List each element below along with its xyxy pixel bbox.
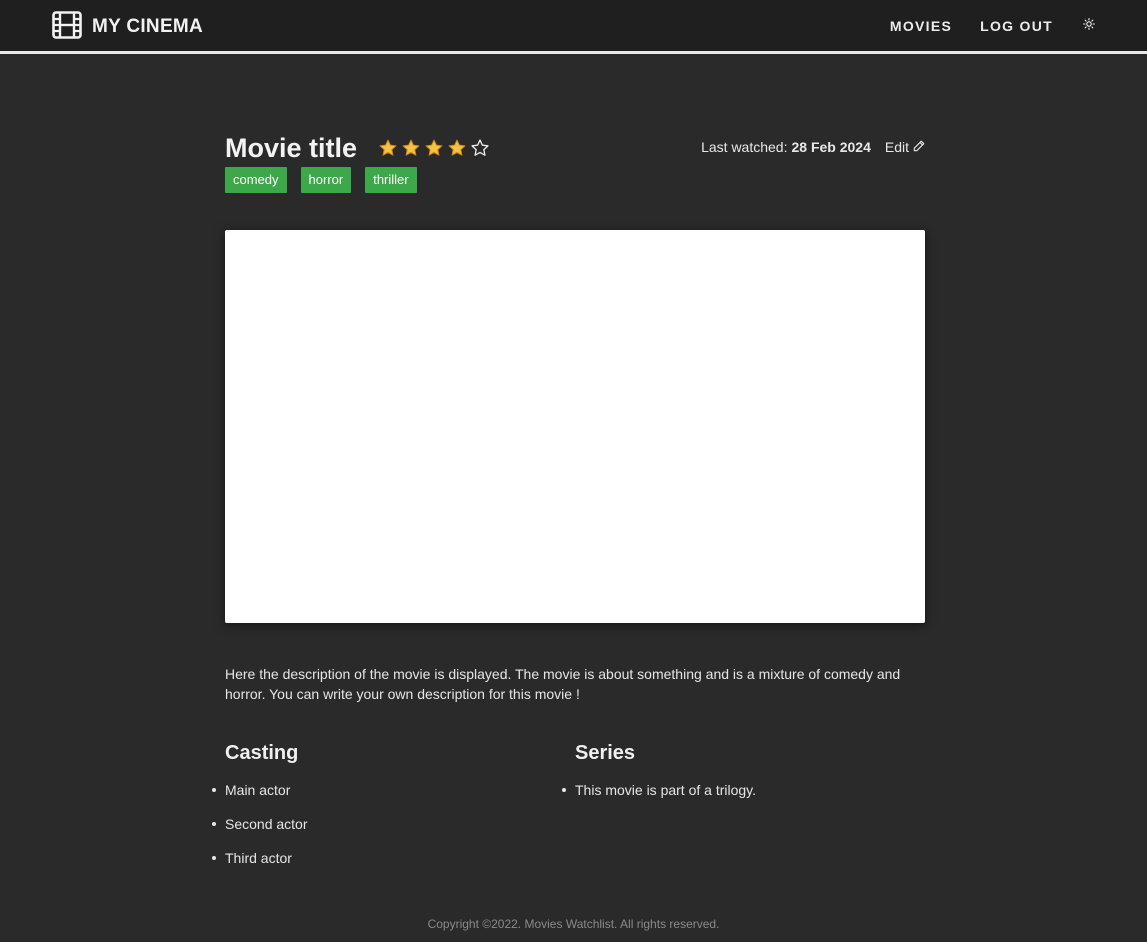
movie-header: Movie title Last watched: 28 Feb 2024 Ed…: [225, 130, 925, 193]
footer-copyright: Copyright ©2022. Movies Watchlist. All r…: [427, 917, 720, 931]
casting-title: Casting: [225, 742, 299, 764]
nav-links: MOVIES LOG OUT: [890, 17, 1095, 35]
tag-thriller[interactable]: thriller: [365, 167, 417, 193]
list-item: Main actor: [212, 780, 308, 800]
star-filled-icon[interactable]: [378, 138, 398, 158]
last-watched: Last watched: 28 Feb 2024 Edit: [701, 139, 925, 155]
movie-poster: [225, 230, 925, 623]
list-item: This movie is part of a trilogy.: [561, 782, 757, 798]
star-filled-icon[interactable]: [401, 138, 421, 158]
nav-movies-link[interactable]: MOVIES: [890, 18, 952, 34]
list-item: Third actor: [212, 848, 308, 868]
star-filled-icon[interactable]: [447, 138, 467, 158]
genre-tags: comedy horror thriller: [225, 167, 417, 193]
movie-title: Movie title: [225, 133, 358, 163]
series-title: Series: [575, 742, 636, 764]
sun-icon: [1083, 17, 1095, 35]
star-empty-icon[interactable]: [470, 138, 490, 158]
series-section: Series This movie is part of a trilogy.: [561, 740, 757, 814]
brand-link[interactable]: MY CINEMA: [52, 10, 204, 44]
tag-horror[interactable]: horror: [300, 167, 352, 193]
casting-list: Main actor Second actor Third actor: [212, 780, 308, 868]
nav-logout-link[interactable]: LOG OUT: [980, 18, 1053, 34]
title-row: Movie title Last watched: 28 Feb 2024 Ed…: [225, 130, 925, 166]
edit-button[interactable]: Edit: [885, 139, 925, 155]
film-icon: [52, 10, 82, 44]
last-watched-date: 28 Feb 2024: [791, 139, 871, 155]
pencil-icon: [913, 139, 925, 155]
movie-description: Here the description of the movie is dis…: [225, 666, 901, 702]
last-watched-label: Last watched:: [701, 139, 788, 155]
brand-name: MY CINEMA: [92, 16, 204, 37]
list-item: Second actor: [212, 816, 308, 832]
casting-section: Casting Main actor Second actor Third ac…: [212, 740, 308, 882]
tag-comedy[interactable]: comedy: [225, 167, 287, 193]
series-list: This movie is part of a trilogy.: [561, 780, 757, 800]
star-filled-icon[interactable]: [424, 138, 444, 158]
navbar: MY CINEMA MOVIES LOG OUT: [0, 0, 1147, 54]
star-rating[interactable]: [378, 138, 490, 158]
theme-toggle-button[interactable]: [1083, 17, 1095, 35]
edit-label: Edit: [884, 139, 909, 155]
